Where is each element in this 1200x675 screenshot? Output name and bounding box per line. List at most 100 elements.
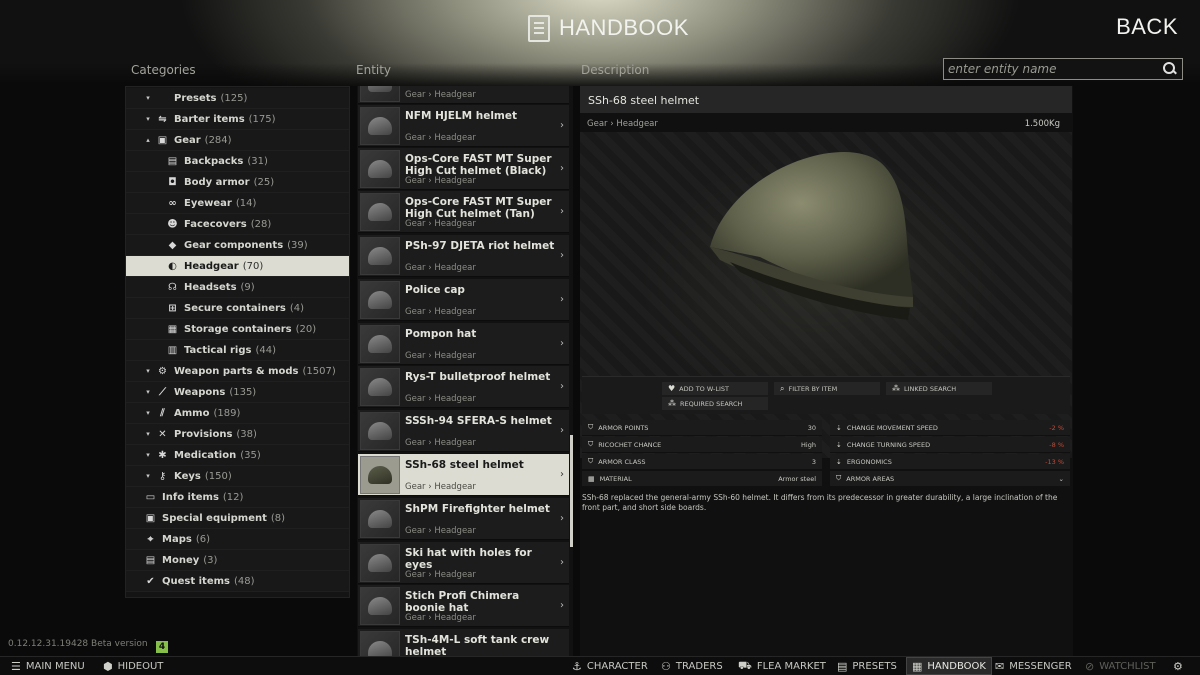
entity-scrollbar[interactable] bbox=[570, 435, 573, 547]
gear-icon: ▣ bbox=[157, 134, 168, 146]
messenger-icon: ✉ bbox=[995, 659, 1005, 673]
list-item[interactable]: SSSh-94 SFERA-S helmet Gear › Headgear › bbox=[358, 410, 569, 452]
chevron-down-icon[interactable]: ▾ bbox=[144, 388, 152, 396]
eyewear-icon: ∞ bbox=[168, 197, 177, 209]
main-menu-button[interactable]: ☰ MAIN MENU bbox=[6, 657, 90, 675]
hideout-icon: ⬢ bbox=[103, 659, 113, 673]
category-weapon-parts[interactable]: ▾ ⚙ Weapon parts & mods (1507) bbox=[126, 361, 349, 382]
chevron-right-icon: › bbox=[560, 513, 564, 524]
category-provisions[interactable]: ▾ ✕ Provisions (38) bbox=[126, 424, 349, 445]
item-thumbnail bbox=[360, 500, 400, 538]
body-armor-icon: ◘ bbox=[168, 176, 177, 188]
key-icon: ⚷ bbox=[158, 470, 167, 482]
category-secure-containers[interactable]: ⊞ Secure containers (4) bbox=[126, 298, 349, 319]
category-tactical-rigs[interactable]: ▥ Tactical rigs (44) bbox=[126, 340, 349, 361]
backpack-icon: ▤ bbox=[167, 155, 178, 167]
category-gear-components[interactable]: ◆ Gear components (39) bbox=[126, 235, 349, 256]
category-backpacks[interactable]: ▤ Backpacks (31) bbox=[126, 151, 349, 172]
chevron-right-icon: › bbox=[560, 163, 564, 174]
traders-button[interactable]: ⚇ TRADERS bbox=[656, 657, 728, 675]
chevron-right-icon: › bbox=[560, 469, 564, 480]
chevron-down-icon[interactable]: ▾ bbox=[144, 367, 152, 375]
stat-armor-areas[interactable]: ⛉ ARMOR AREAS ⌄ bbox=[830, 471, 1070, 487]
shield-icon: ⛉ bbox=[836, 474, 842, 482]
helmet-image bbox=[710, 151, 913, 320]
handbook-icon: ▦ bbox=[912, 659, 923, 673]
messenger-button[interactable]: ✉ MESSENGER bbox=[990, 657, 1077, 675]
chevron-down-icon[interactable]: ▾ bbox=[144, 451, 152, 459]
presets-button[interactable]: ▤ PRESETS bbox=[832, 657, 902, 675]
item-thumbnail bbox=[360, 412, 400, 450]
secure-container-icon: ⊞ bbox=[168, 302, 177, 314]
category-body-armor[interactable]: ◘ Body armor (25) bbox=[126, 172, 349, 193]
category-barter-items[interactable]: ▾ ⇋ Barter items (175) bbox=[126, 109, 349, 130]
list-item[interactable]: Gear › Headgear bbox=[358, 86, 569, 104]
category-gear[interactable]: ▴ ▣ Gear (284) bbox=[126, 130, 349, 151]
chevron-down-icon[interactable]: ▾ bbox=[144, 115, 152, 123]
category-keys[interactable]: ▾ ⚷ Keys (150) bbox=[126, 466, 349, 487]
chevron-right-icon: › bbox=[560, 250, 564, 261]
category-presets[interactable]: ▾ Presets (125) bbox=[126, 88, 349, 109]
flea-market-button[interactable]: ⛟ FLEA MARKET bbox=[733, 657, 831, 675]
ammo-icon: ⫽ bbox=[160, 407, 165, 419]
category-eyewear[interactable]: ∞ Eyewear (14) bbox=[126, 193, 349, 214]
category-maps[interactable]: ⌖ Maps (6) bbox=[126, 529, 349, 550]
category-headsets[interactable]: ☊ Headsets (9) bbox=[126, 277, 349, 298]
list-item-selected[interactable]: SSh-68 steel helmet Gear › Headgear › bbox=[358, 454, 569, 496]
info-item-icon: ▭ bbox=[145, 491, 156, 503]
category-weapons[interactable]: ▾ ⟋ Weapons (135) bbox=[126, 382, 349, 403]
category-medication[interactable]: ▾ ✱ Medication (35) bbox=[126, 445, 349, 466]
chevron-down-icon[interactable]: ⌄ bbox=[1059, 475, 1064, 483]
list-item[interactable]: TSh-4M-L soft tank crew helmet bbox=[358, 629, 569, 656]
categories-header: Categories bbox=[131, 63, 196, 77]
list-item[interactable]: PSh-97 DJETA riot helmet Gear › Headgear › bbox=[358, 235, 569, 277]
description-header: Description bbox=[581, 63, 650, 77]
category-facecovers[interactable]: ☻ Facecovers (28) bbox=[126, 214, 349, 235]
search-box[interactable] bbox=[943, 58, 1183, 80]
weapon-parts-icon: ⚙ bbox=[158, 365, 167, 377]
watchlist-button[interactable]: ⊘ WATCHLIST bbox=[1080, 657, 1161, 675]
hideout-button[interactable]: ⬢ HIDEOUT bbox=[98, 657, 168, 675]
item-path: Gear › Headgear bbox=[587, 119, 658, 129]
list-item[interactable]: ShPM Firefighter helmet Gear › Headgear › bbox=[358, 498, 569, 540]
menu-icon: ☰ bbox=[11, 659, 21, 673]
description-panel: SSh-68 steel helmet Gear › Headgear 1.50… bbox=[580, 86, 1073, 656]
headgear-icon: ◐ bbox=[168, 260, 177, 272]
back-button[interactable]: BACK bbox=[1116, 14, 1178, 40]
list-item[interactable]: Ski hat with holes for eyes Gear › Headge… bbox=[358, 542, 569, 584]
chevron-down-icon[interactable]: ▾ bbox=[144, 472, 152, 480]
tactical-rig-icon: ▥ bbox=[167, 344, 178, 356]
list-item[interactable]: Ops-Core FAST MT Super High Cut helmet (… bbox=[358, 191, 569, 233]
chevron-down-icon[interactable]: ▾ bbox=[144, 94, 152, 102]
category-storage-containers[interactable]: ▦ Storage containers (20) bbox=[126, 319, 349, 340]
list-item[interactable]: NFM HJELM helmet Gear › Headgear › bbox=[358, 105, 569, 147]
settings-button[interactable]: ⚙ bbox=[1168, 657, 1188, 675]
chevron-right-icon: › bbox=[560, 557, 564, 568]
category-quest-items[interactable]: ✔ Quest items (48) bbox=[126, 571, 349, 592]
list-item[interactable]: Pompon hat Gear › Headgear › bbox=[358, 323, 569, 365]
character-icon: ⚓ bbox=[572, 659, 582, 673]
bottom-taskbar: ☰ MAIN MENU ⬢ HIDEOUT ⚓ CHARACTER ⚇ TRADERS … bbox=[0, 656, 1200, 675]
category-info-items[interactable]: ▭ Info items (12) bbox=[126, 487, 349, 508]
list-item[interactable]: Ops-Core FAST MT Super High Cut helmet (… bbox=[358, 148, 569, 190]
map-icon: ⌖ bbox=[147, 533, 154, 545]
handbook-button[interactable]: ▦ HANDBOOK bbox=[906, 657, 992, 675]
list-item[interactable]: Police cap Gear › Headgear › bbox=[358, 279, 569, 321]
chevron-up-icon[interactable]: ▴ bbox=[144, 136, 152, 144]
item-description: SSh-68 replaced the general-army SSh-60 … bbox=[582, 493, 1058, 512]
chevron-down-icon[interactable]: ▾ bbox=[144, 409, 152, 417]
category-money[interactable]: ▤ Money (3) bbox=[126, 550, 349, 571]
list-item[interactable]: Stich Profi Chimera boonie hat Gear › Hea… bbox=[358, 585, 569, 627]
entity-list: Gear › Headgear NFM HJELM helmet Gear › H… bbox=[357, 86, 573, 656]
shield-icon: ⛉ bbox=[588, 457, 594, 465]
search-input[interactable] bbox=[944, 59, 1160, 79]
category-ammo[interactable]: ▾ ⫽ Ammo (189) bbox=[126, 403, 349, 424]
category-headgear[interactable]: ◐ Headgear (70) bbox=[126, 256, 349, 277]
chevron-right-icon: › bbox=[560, 120, 564, 131]
search-icon[interactable] bbox=[1160, 59, 1182, 79]
category-special-equipment[interactable]: ▣ Special equipment (8) bbox=[126, 508, 349, 529]
chevron-down-icon[interactable]: ▾ bbox=[144, 430, 152, 438]
list-item[interactable]: Rys-T bulletproof helmet Gear › Headgear › bbox=[358, 366, 569, 408]
character-button[interactable]: ⚓ CHARACTER bbox=[567, 657, 653, 675]
medication-icon: ✱ bbox=[158, 449, 167, 461]
